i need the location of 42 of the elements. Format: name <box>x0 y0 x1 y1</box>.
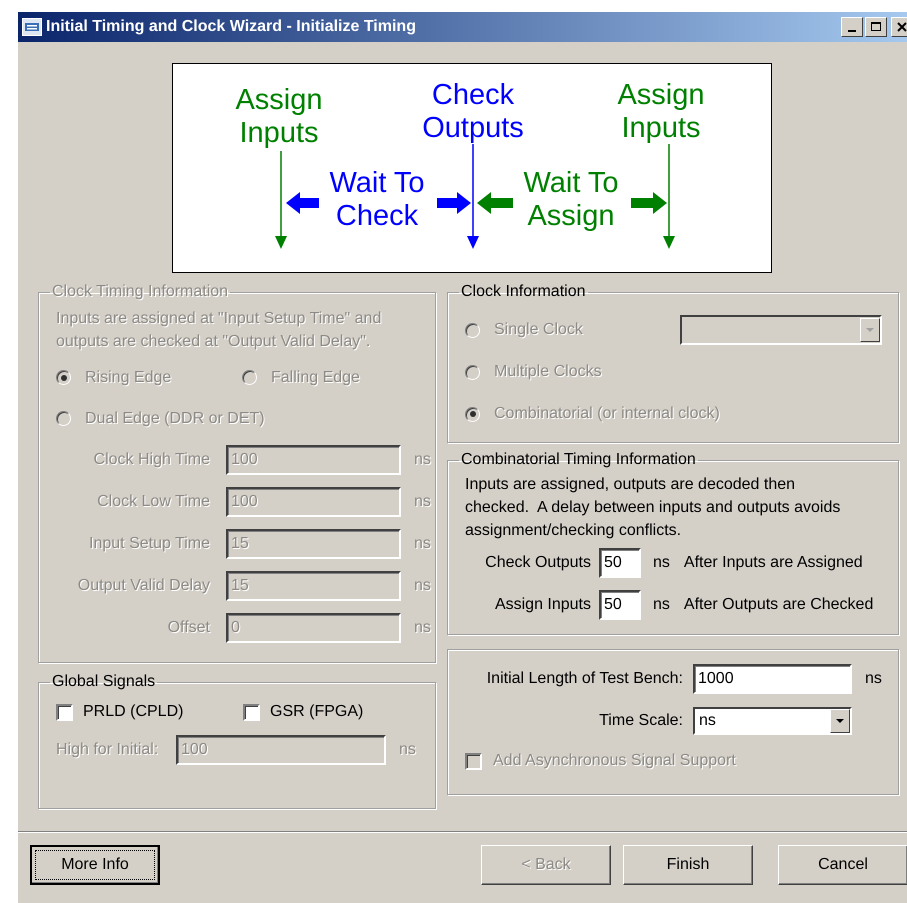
unit-label: ns <box>414 619 431 637</box>
wizard-button[interactable]: Finish <box>623 845 753 885</box>
unit-label: ns <box>399 741 416 759</box>
field-label: Clock Low Time <box>96 493 210 511</box>
diagram-label: Wait To Check <box>329 167 425 232</box>
field-label: Initial Length of Test Bench: <box>486 670 683 688</box>
group-title: Clock Information <box>460 283 586 301</box>
group-title: Global Signals <box>51 673 156 691</box>
checkbox[interactable]: GSR (FPGA) <box>243 703 430 721</box>
field-label: Output Valid Delay <box>76 577 210 595</box>
checkbox[interactable]: PRLD (CPLD) <box>56 703 243 721</box>
field-label: Input Setup Time <box>88 535 210 553</box>
text-field[interactable]: 50 <box>599 590 641 620</box>
note-text: After Outputs are Checked <box>684 596 874 614</box>
note-text: After Inputs are Assigned <box>684 554 863 572</box>
field-label: Offset <box>166 619 210 637</box>
description-text: Inputs are assigned, outputs are decoded then checked. A delay between inputs and outputs avoids assignment/checking conflicts. <box>465 475 842 541</box>
group-title: Combinatorial Timing Information <box>460 451 697 469</box>
wizard-button[interactable]: Cancel <box>778 845 907 885</box>
unit-label: ns <box>414 577 431 595</box>
field-label: Time Scale: <box>598 712 683 730</box>
diagram-label: Assign Inputs <box>617 79 705 144</box>
field-label: High for Initial: <box>56 741 160 759</box>
text-field[interactable]: 1000 <box>693 664 852 694</box>
unit-label: ns <box>414 493 431 511</box>
unit-label: ns <box>865 670 882 688</box>
diagram-label: Wait To Assign <box>523 167 619 232</box>
unit-label: ns <box>414 535 431 553</box>
description-text: Inputs are assigned at "Input Setup Time" and outputs are checked at "Output Valid Delay". <box>56 309 382 352</box>
unit-label: ns <box>653 596 670 614</box>
diagram-label: Assign Inputs <box>235 84 323 149</box>
time-scale-dropdown[interactable]: ns <box>693 707 852 735</box>
group-title: Clock Timing Information <box>51 283 230 301</box>
unit-label: ns <box>414 451 431 469</box>
field-label: Clock High Time <box>92 451 210 469</box>
unit-label: ns <box>653 554 670 572</box>
field-label: Assign Inputs <box>494 596 591 614</box>
window-title: Initial Timing and Clock Wizard - Initialize Timing <box>46 18 417 36</box>
field-label: Check Outputs <box>484 554 591 572</box>
more-info-button[interactable]: More Info <box>30 845 160 885</box>
text-field[interactable]: 50 <box>599 548 641 578</box>
diagram-label: Check Outputs <box>422 79 524 144</box>
